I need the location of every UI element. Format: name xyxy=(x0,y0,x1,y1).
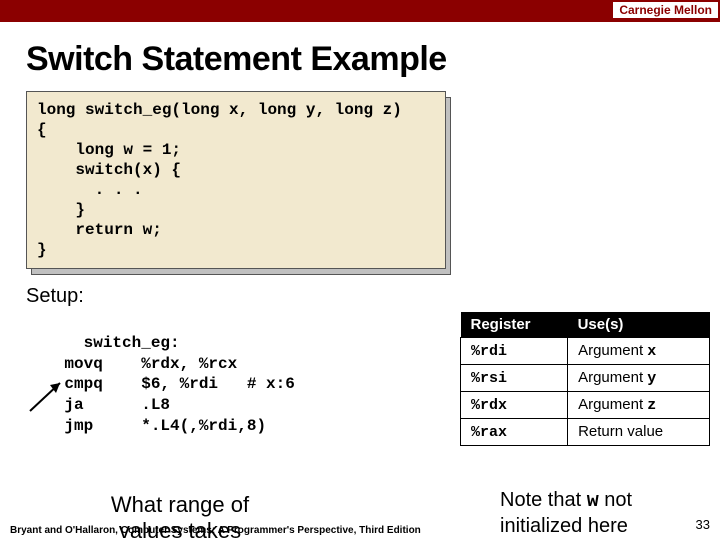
note-mono: w xyxy=(587,490,599,513)
table-row: %rsi Argument y xyxy=(461,365,710,392)
c-code-box: long switch_eg(long x, long y, long z) {… xyxy=(26,91,446,269)
use-mono: x xyxy=(647,343,656,360)
use-text: Argument xyxy=(578,396,647,413)
university-badge: Carnegie Mellon xyxy=(613,2,718,18)
reg-cell: %rdx xyxy=(461,392,568,419)
use-text: Argument xyxy=(578,342,647,359)
question-line: What range of xyxy=(111,492,249,517)
table-row: %rax Return value xyxy=(461,419,710,446)
header-bar: Carnegie Mellon xyxy=(0,0,720,22)
arrow-icon xyxy=(22,377,72,417)
table-header-row: Register Use(s) xyxy=(461,312,710,338)
use-text: Return value xyxy=(578,423,663,440)
reg-cell: %rsi xyxy=(461,365,568,392)
page-number: 33 xyxy=(696,517,710,532)
register-table: Register Use(s) %rdi Argument x %rsi Arg… xyxy=(460,312,710,446)
use-cell: Argument z xyxy=(568,392,710,419)
use-mono: y xyxy=(647,370,656,387)
table-row: %rdi Argument x xyxy=(461,338,710,365)
use-cell: Argument x xyxy=(568,338,710,365)
use-cell: Return value xyxy=(568,419,710,446)
col-register: Register xyxy=(461,312,568,338)
reg-cell: %rdi xyxy=(461,338,568,365)
footer-citation: Bryant and O'Hallaron, Computer Systems:… xyxy=(10,525,421,536)
lower-row: switch_eg: movq %rdx, %rcx cmpq $6, %rdi… xyxy=(0,312,720,478)
use-mono: z xyxy=(647,397,656,414)
assembly-code: switch_eg: movq %rdx, %rcx cmpq $6, %rdi… xyxy=(26,312,295,478)
use-cell: Argument y xyxy=(568,365,710,392)
c-code: long switch_eg(long x, long y, long z) {… xyxy=(26,91,446,269)
reg-cell: %rax xyxy=(461,419,568,446)
note-pre: Note that xyxy=(500,489,587,511)
use-text: Argument xyxy=(578,369,647,386)
setup-label: Setup: xyxy=(26,285,720,308)
note-text: Note that w not initialized here xyxy=(500,488,700,538)
slide: Carnegie Mellon Switch Statement Example… xyxy=(0,0,720,540)
table-row: %rdx Argument z xyxy=(461,392,710,419)
col-uses: Use(s) xyxy=(568,312,710,338)
page-title: Switch Statement Example xyxy=(0,22,720,91)
